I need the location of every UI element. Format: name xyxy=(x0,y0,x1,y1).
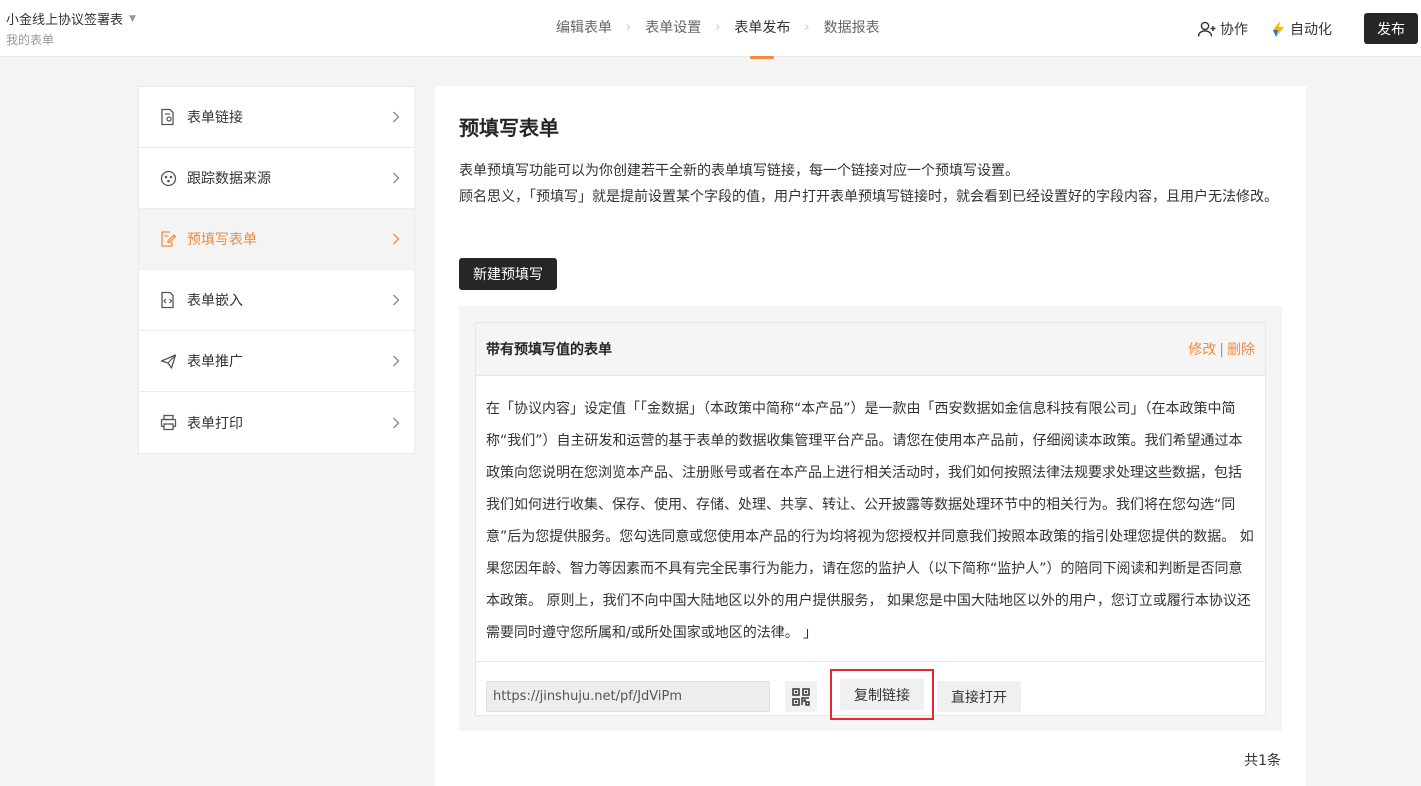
step-nav: 编辑表单 › 表单设置 › 表单发布 › 数据报表 xyxy=(556,17,880,37)
copy-link-highlight: 复制链接 xyxy=(830,669,934,720)
qr-code-icon xyxy=(792,687,810,706)
sidebar-item-track-source[interactable]: 跟踪数据来源 xyxy=(139,148,414,209)
prefill-card-header: 带有预填写值的表单 修改 | 删除 xyxy=(476,323,1265,376)
step-form-publish[interactable]: 表单发布 xyxy=(734,17,790,37)
open-link-button[interactable]: 直接打开 xyxy=(937,681,1021,712)
chevron-right-icon: › xyxy=(804,19,810,35)
publish-sidebar: 表单链接 跟踪数据来源 预填写表单 表单嵌入 表单推广 表单打印 xyxy=(138,86,415,454)
print-icon xyxy=(159,414,177,432)
description-line-2: 顾名思义，「预填写」就是提前设置某个字段的值，用户打开表单预填写链接时，就会看到… xyxy=(459,189,1278,205)
prefill-icon xyxy=(159,230,177,248)
total-count: 共1条 xyxy=(1244,753,1281,769)
form-title-dropdown[interactable]: 小金线上协议签署表 ▼ xyxy=(6,9,136,28)
sidebar-item-promote[interactable]: 表单推广 xyxy=(139,331,414,392)
automation-button[interactable]: 自动化 xyxy=(1270,19,1332,39)
sidebar-item-label: 预填写表单 xyxy=(187,232,257,248)
action-divider: | xyxy=(1219,342,1224,358)
sidebar-item-form-link[interactable]: 表单链接 xyxy=(139,87,414,148)
sidebar-item-label: 表单推广 xyxy=(187,354,243,370)
chevron-right-icon xyxy=(393,172,400,184)
prefill-card: 带有预填写值的表单 修改 | 删除 在「协议内容」设定值「「金数据」（本政策中简称“… xyxy=(475,322,1266,720)
chevron-right-icon xyxy=(393,417,400,428)
form-link-icon xyxy=(159,108,177,126)
form-title: 小金线上协议签署表 xyxy=(6,13,124,28)
chevron-right-icon: › xyxy=(715,19,721,35)
collaborate-label: 协作 xyxy=(1220,21,1248,38)
copy-link-button[interactable]: 复制链接 xyxy=(840,679,924,710)
delete-link[interactable]: 删除 xyxy=(1227,342,1255,358)
step-form-settings[interactable]: 表单设置 xyxy=(645,17,701,37)
prefill-card-footer: https://jinshuju.net/pf/JdViPm 复制链接 直接打开 xyxy=(486,669,1021,720)
chevron-right-icon xyxy=(393,111,400,123)
sidebar-item-embed[interactable]: 表单嵌入 xyxy=(139,270,414,331)
page-description: 表单预填写功能可以为你创建若干全新的表单填写链接，每一个链接对应一个预填写设置。… xyxy=(459,158,1279,210)
caret-down-icon: ▼ xyxy=(129,13,136,24)
chevron-right-icon: › xyxy=(626,19,632,35)
new-prefill-button[interactable]: 新建预填写 xyxy=(459,258,557,290)
top-bar: 小金线上协议签署表 ▼ 我的表单 编辑表单 › 表单设置 › 表单发布 › 数据… xyxy=(0,0,1421,57)
automation-bolt-icon xyxy=(1273,20,1284,37)
prefill-list: 带有预填写值的表单 修改 | 删除 在「协议内容」设定值「「金数据」（本政策中简称“… xyxy=(459,306,1282,731)
edit-link[interactable]: 修改 xyxy=(1188,342,1216,358)
sidebar-item-label: 跟踪数据来源 xyxy=(187,171,271,187)
step-data-report[interactable]: 数据报表 xyxy=(824,17,880,37)
sidebar-item-prefill[interactable]: 预填写表单 xyxy=(139,209,414,270)
track-source-icon xyxy=(159,169,177,187)
prefill-card-title: 带有预填写值的表单 xyxy=(486,342,612,358)
promote-icon xyxy=(159,352,177,370)
automation-label: 自动化 xyxy=(1290,21,1332,38)
description-line-1: 表单预填写功能可以为你创建若干全新的表单填写链接，每一个链接对应一个预填写设置。 xyxy=(459,163,1019,179)
sidebar-item-label: 表单嵌入 xyxy=(187,293,243,309)
collaborate-button[interactable]: 协作 xyxy=(1197,19,1248,39)
chevron-right-icon xyxy=(393,294,400,306)
sidebar-item-label: 表单链接 xyxy=(187,110,243,126)
sidebar-item-print[interactable]: 表单打印 xyxy=(139,392,414,453)
my-forms-link[interactable]: 我的表单 xyxy=(6,31,54,48)
chevron-right-icon xyxy=(393,233,400,245)
embed-icon xyxy=(159,291,177,309)
add-user-icon xyxy=(1197,21,1216,37)
prefill-url-field[interactable]: https://jinshuju.net/pf/JdViPm xyxy=(486,681,770,712)
sidebar-item-label: 表单打印 xyxy=(187,415,243,432)
page-title: 预填写表单 xyxy=(459,116,559,140)
prefill-content: 在「协议内容」设定值「「金数据」（本政策中简称“本产品”）是一款由「西安数据如金… xyxy=(476,376,1265,662)
step-edit-form[interactable]: 编辑表单 xyxy=(556,17,612,37)
main-panel: 预填写表单 表单预填写功能可以为你创建若干全新的表单填写链接，每一个链接对应一个… xyxy=(435,86,1306,786)
publish-button[interactable]: 发布 xyxy=(1364,13,1418,44)
chevron-right-icon xyxy=(393,355,400,367)
qr-code-button[interactable] xyxy=(785,681,817,712)
